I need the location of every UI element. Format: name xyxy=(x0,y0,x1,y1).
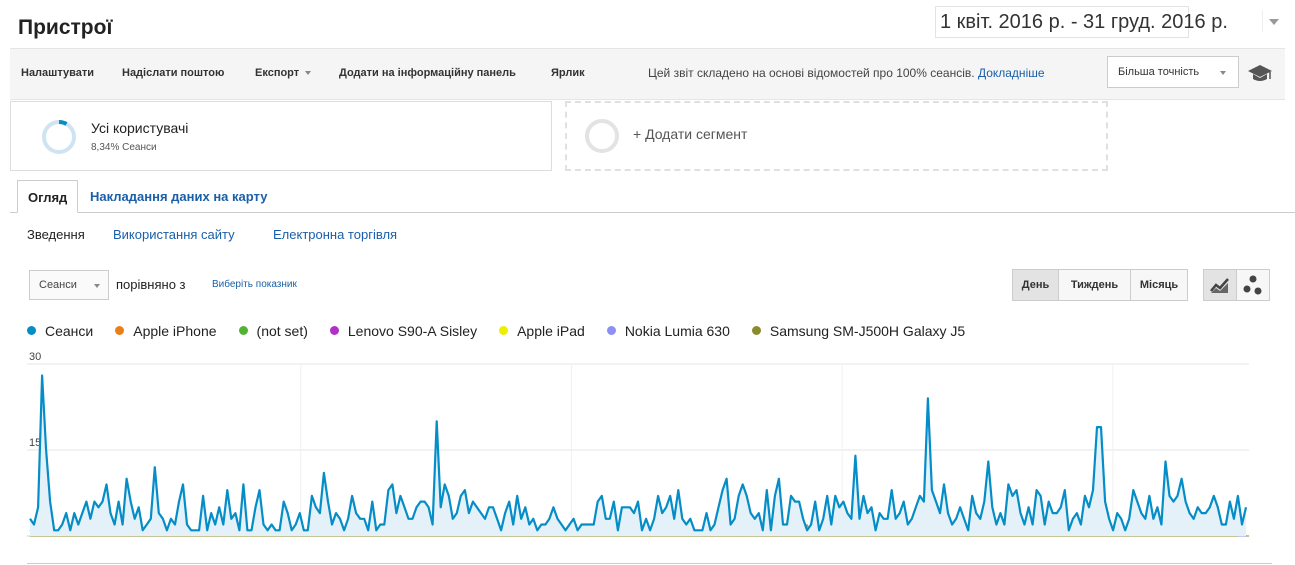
settings-button[interactable]: Налаштувати xyxy=(21,67,94,79)
chart-legend: Сеанси Apple iPhone (not set) Lenovo S90-A … xyxy=(27,323,987,339)
legend-item: Apple iPad xyxy=(499,323,585,339)
legend-item: Samsung SM-J500H Galaxy J5 xyxy=(751,323,966,339)
granularity-week-button[interactable]: Тиждень xyxy=(1058,269,1131,301)
legend-dot xyxy=(751,326,761,335)
add-to-dashboard-button[interactable]: Додати на інформаційну панель xyxy=(339,67,516,79)
segment-name: Усі користувачі xyxy=(91,120,189,136)
segment-placeholder-icon xyxy=(585,119,619,153)
metric-select[interactable]: Сеанси xyxy=(29,270,109,300)
legend-dot xyxy=(499,326,509,335)
subnav-ecommerce[interactable]: Електронна торгівля xyxy=(273,227,397,242)
date-range-caret-icon[interactable] xyxy=(1262,10,1283,32)
segment-card-all-users[interactable]: Усі користувачі 8,34% Сеанси xyxy=(10,101,552,171)
report-toolbar: Налаштувати Надіслати поштою Експорт Дод… xyxy=(10,48,1285,100)
line-chart-icon xyxy=(1210,278,1229,293)
y-tick-label: 30 xyxy=(29,351,41,363)
legend-label: Apple iPhone xyxy=(133,323,217,339)
sampling-note: Цей звіт складено на основі відомостей п… xyxy=(648,66,1045,80)
granularity-month-button[interactable]: Місяць xyxy=(1130,269,1188,301)
legend-item: Lenovo S90-A Sisley xyxy=(329,323,478,339)
segment-share: 8,34% Сеанси xyxy=(91,142,157,153)
legend-label: Nokia Lumia 630 xyxy=(624,323,730,339)
tab-map-overlay[interactable]: Накладання даних на карту xyxy=(80,180,277,213)
granularity-day-button[interactable]: День xyxy=(1012,269,1059,301)
chevron-down-icon xyxy=(94,284,100,288)
legend-item: (not set) xyxy=(238,323,308,339)
legend-label: Apple iPad xyxy=(517,323,585,339)
legend-label: Lenovo S90-A Sisley xyxy=(347,323,478,339)
tab-overview[interactable]: Огляд xyxy=(17,180,79,213)
compared-to-label: порівняно з xyxy=(116,277,186,292)
legend-dot xyxy=(329,326,339,335)
legend-dot xyxy=(27,326,36,335)
sampling-note-text: Цей звіт складено на основі відомостей п… xyxy=(648,66,975,80)
chart-bottom-divider xyxy=(27,563,1272,564)
precision-select[interactable]: Більша точність xyxy=(1107,56,1239,88)
email-button[interactable]: Надіслати поштою xyxy=(122,67,224,79)
shortcut-button[interactable]: Ярлик xyxy=(551,67,585,79)
legend-dot xyxy=(238,326,248,335)
chevron-down-icon xyxy=(1220,71,1226,75)
subnav-summary[interactable]: Зведення xyxy=(27,227,85,242)
page-title: Пристрої xyxy=(18,16,113,39)
learn-more-link[interactable]: Докладніше xyxy=(978,66,1045,80)
legend-label: Сеанси xyxy=(45,323,94,339)
motion-chart-icon xyxy=(1243,275,1262,295)
choose-metric-link[interactable]: Виберіть показник xyxy=(212,279,297,290)
graduation-cap-icon[interactable] xyxy=(1247,63,1273,83)
segment-donut-icon xyxy=(42,119,76,154)
metric-label: Сеанси xyxy=(39,279,77,291)
series-area-sessions xyxy=(30,375,1246,536)
add-segment-label: + Додати сегмент xyxy=(633,126,748,142)
line-chart-toggle[interactable] xyxy=(1203,269,1237,301)
export-button[interactable]: Експорт xyxy=(255,67,312,79)
chevron-down-icon xyxy=(305,71,312,76)
export-label: Експорт xyxy=(255,67,300,79)
precision-label: Більша точність xyxy=(1118,66,1200,78)
legend-label: (not set) xyxy=(256,323,308,339)
subnav-site-usage[interactable]: Використання сайту xyxy=(113,227,235,242)
date-range-picker[interactable]: 1 квіт. 2016 р. - 31 груд. 2016 р. xyxy=(935,6,1228,38)
motion-chart-toggle[interactable] xyxy=(1236,269,1270,301)
legend-dot xyxy=(606,326,616,335)
legend-item: Сеанси xyxy=(27,323,93,339)
legend-item: Apple iPhone xyxy=(115,323,217,339)
legend-item: Nokia Lumia 630 xyxy=(606,323,730,339)
add-segment-button[interactable]: + Додати сегмент xyxy=(565,101,1108,171)
legend-label: Samsung SM-J500H Galaxy J5 xyxy=(769,323,966,339)
legend-dot xyxy=(115,326,125,335)
sessions-line-chart: 3015червень 2016серпень 2016жовтень 2016… xyxy=(27,351,1249,537)
